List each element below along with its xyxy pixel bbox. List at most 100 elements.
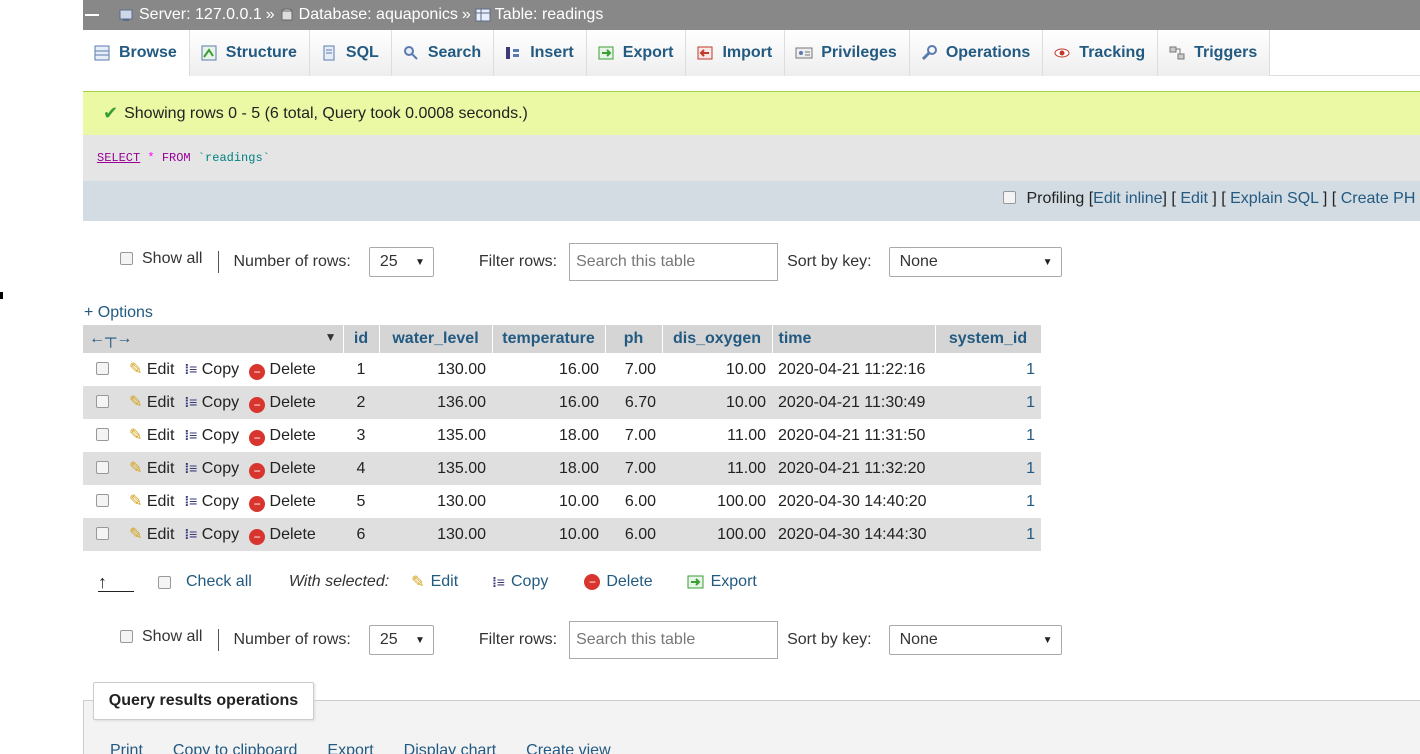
row-checkbox[interactable]	[96, 527, 109, 540]
row-delete-button[interactable]: − Delete	[249, 427, 316, 446]
column-resize-header[interactable]: ←┬→ ▼	[83, 325, 344, 353]
cell-id[interactable]: 3	[343, 419, 379, 452]
display-chart-link[interactable]: Display chart	[404, 742, 496, 754]
breadcrumb-table[interactable]: Table: readings	[475, 6, 603, 24]
row-copy-button[interactable]: ⁞≡ Copy	[184, 361, 239, 378]
cell-time[interactable]: 2020-04-30 14:40:20	[772, 485, 935, 518]
bulk-delete-button[interactable]: − Delete	[584, 573, 653, 591]
cell-dis-oxygen[interactable]: 11.00	[662, 452, 772, 485]
row-checkbox[interactable]	[96, 461, 109, 474]
cell-dis-oxygen[interactable]: 10.00	[662, 386, 772, 419]
tab-triggers[interactable]: Triggers	[1158, 30, 1271, 76]
column-header-system-id[interactable]: system_id	[935, 325, 1042, 353]
cell-time[interactable]: 2020-04-21 11:30:49	[772, 386, 935, 419]
cell-ph[interactable]: 7.00	[605, 452, 662, 485]
cell-system-id[interactable]: 1	[935, 452, 1041, 485]
cell-temperature[interactable]: 10.00	[492, 518, 605, 551]
row-copy-button[interactable]: ⁞≡ Copy	[184, 460, 239, 477]
options-link[interactable]: + Options	[84, 304, 153, 322]
cell-water-level[interactable]: 130.00	[379, 485, 492, 518]
tab-export[interactable]: Export	[586, 30, 687, 76]
breadcrumb-server[interactable]: Server: 127.0.0.1	[119, 6, 262, 24]
breadcrumb-database[interactable]: Database: aquaponics	[279, 6, 458, 24]
copy-to-clipboard-link[interactable]: Copy to clipboard	[173, 742, 298, 754]
row-delete-button[interactable]: − Delete	[249, 394, 316, 413]
check-all-label[interactable]: Check all	[186, 573, 252, 591]
filter-rows-input-bottom[interactable]: Search this table	[569, 621, 779, 659]
row-copy-button[interactable]: ⁞≡ Copy	[184, 493, 239, 510]
number-of-rows-select-bottom[interactable]: 25 ▼	[368, 625, 434, 655]
cell-ph[interactable]: 6.70	[605, 386, 662, 419]
row-delete-button[interactable]: − Delete	[249, 361, 316, 380]
bulk-export-button[interactable]: Export	[687, 573, 757, 591]
cell-temperature[interactable]: 18.00	[492, 419, 605, 452]
tab-structure[interactable]: Structure	[189, 30, 310, 76]
cell-dis-oxygen[interactable]: 11.00	[662, 419, 772, 452]
row-delete-button[interactable]: − Delete	[249, 460, 316, 479]
filter-rows-input[interactable]: Search this table	[569, 243, 779, 281]
bulk-copy-button[interactable]: ⁞≡ Copy	[492, 573, 548, 591]
show-all-checkbox[interactable]	[120, 251, 133, 265]
column-header-ph[interactable]: ph	[605, 325, 663, 353]
check-all-checkbox[interactable]	[158, 575, 171, 589]
column-header-dis-oxygen[interactable]: dis_oxygen	[662, 325, 773, 353]
cell-water-level[interactable]: 135.00	[379, 452, 492, 485]
row-checkbox[interactable]	[96, 395, 109, 408]
cell-id[interactable]: 6	[343, 518, 379, 551]
row-delete-button[interactable]: − Delete	[249, 493, 316, 512]
export-link[interactable]: Export	[327, 742, 373, 754]
column-header-time[interactable]: time	[772, 325, 936, 353]
edit-link[interactable]: Edit	[1180, 190, 1208, 207]
cell-system-id[interactable]: 1	[935, 518, 1041, 551]
cell-water-level[interactable]: 130.00	[379, 353, 492, 386]
column-header-water-level[interactable]: water_level	[379, 325, 493, 353]
cell-water-level[interactable]: 136.00	[379, 386, 492, 419]
cell-id[interactable]: 1	[343, 353, 379, 386]
column-header-id[interactable]: id	[343, 325, 380, 353]
sort-dropdown-icon[interactable]: ▼	[325, 330, 337, 344]
cell-temperature[interactable]: 16.00	[492, 386, 605, 419]
row-edit-button[interactable]: ✎ Edit	[129, 493, 174, 510]
sort-by-key-select-bottom[interactable]: None ▼	[888, 625, 1062, 655]
row-edit-button[interactable]: ✎ Edit	[129, 526, 174, 543]
bulk-edit-button[interactable]: ✎ Edit	[411, 572, 458, 592]
row-copy-button[interactable]: ⁞≡ Copy	[184, 526, 239, 543]
row-checkbox[interactable]	[96, 494, 109, 507]
row-edit-button[interactable]: ✎ Edit	[129, 361, 174, 378]
cell-temperature[interactable]: 18.00	[492, 452, 605, 485]
cell-ph[interactable]: 7.00	[605, 419, 662, 452]
cell-id[interactable]: 5	[343, 485, 379, 518]
cell-dis-oxygen[interactable]: 10.00	[662, 353, 772, 386]
edit-inline-link[interactable]: Edit inline	[1093, 190, 1162, 207]
row-delete-button[interactable]: − Delete	[249, 526, 316, 545]
create-view-link[interactable]: Create view	[526, 742, 610, 754]
tab-insert[interactable]: Insert	[494, 30, 587, 76]
tab-privileges[interactable]: Privileges	[785, 30, 910, 76]
cell-ph[interactable]: 7.00	[605, 353, 662, 386]
tab-search[interactable]: Search	[391, 30, 495, 76]
row-edit-button[interactable]: ✎ Edit	[129, 427, 174, 444]
row-checkbox[interactable]	[96, 362, 109, 375]
column-arrows-icon[interactable]: ←┬→	[89, 330, 132, 347]
tab-operations[interactable]: Operations	[909, 30, 1044, 76]
collapse-icon[interactable]	[85, 14, 99, 16]
cell-id[interactable]: 4	[343, 452, 379, 485]
cell-time[interactable]: 2020-04-21 11:32:20	[772, 452, 935, 485]
cell-system-id[interactable]: 1	[935, 386, 1041, 419]
row-edit-button[interactable]: ✎ Edit	[129, 394, 174, 411]
show-all-checkbox-bottom[interactable]	[120, 629, 133, 643]
cell-time[interactable]: 2020-04-21 11:31:50	[772, 419, 935, 452]
print-link[interactable]: Print	[110, 742, 143, 754]
cell-dis-oxygen[interactable]: 100.00	[662, 485, 772, 518]
cell-ph[interactable]: 6.00	[605, 518, 662, 551]
create-php-link[interactable]: Create PH	[1341, 190, 1416, 207]
sort-by-key-select[interactable]: None ▼	[888, 247, 1062, 277]
number-of-rows-select[interactable]: 25 ▼	[368, 247, 434, 277]
sql-keyword-select[interactable]: SELECT	[97, 151, 140, 165]
cell-system-id[interactable]: 1	[935, 419, 1041, 452]
explain-sql-link[interactable]: Explain SQL	[1230, 190, 1318, 207]
profiling-checkbox[interactable]	[1003, 191, 1016, 204]
tab-browse[interactable]: Browse	[83, 30, 190, 76]
cell-temperature[interactable]: 10.00	[492, 485, 605, 518]
column-header-temperature[interactable]: temperature	[492, 325, 606, 353]
